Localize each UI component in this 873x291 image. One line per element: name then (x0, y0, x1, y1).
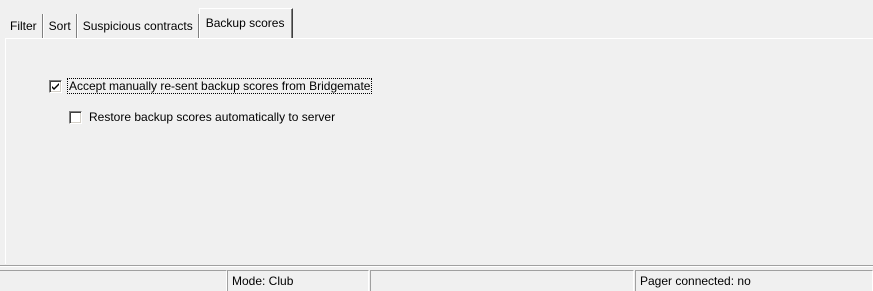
tab-suspicious-contracts[interactable]: Suspicious contracts (78, 14, 199, 38)
tab-sort[interactable]: Sort (44, 14, 77, 38)
accept-resent-scores-label: Accept manually re-sent backup scores fr… (66, 78, 373, 94)
tab-panel-backup-scores: Accept manually re-sent backup scores fr… (5, 38, 873, 264)
status-bar: Mode: Club Pager connected: no (0, 265, 873, 291)
status-panel-1 (0, 270, 227, 291)
tab-strip: Filter Sort Suspicious contracts Backup … (5, 8, 294, 38)
restore-backup-scores-option[interactable]: Restore backup scores automatically to s… (69, 109, 336, 125)
tab-filter[interactable]: Filter (5, 14, 43, 38)
status-mode: Mode: Club (227, 270, 369, 291)
accept-resent-scores-checkbox[interactable] (49, 79, 62, 93)
restore-backup-scores-checkbox[interactable] (69, 110, 82, 124)
status-pager-connection: Pager connected: no (635, 270, 873, 291)
tab-backup-scores[interactable]: Backup scores (198, 8, 294, 38)
settings-window: Filter Sort Suspicious contracts Backup … (0, 0, 873, 291)
restore-backup-scores-label: Restore backup scores automatically to s… (89, 110, 336, 124)
status-panel-3 (370, 270, 634, 291)
accept-resent-scores-option[interactable]: Accept manually re-sent backup scores fr… (49, 78, 373, 94)
checkmark-icon (52, 82, 59, 90)
